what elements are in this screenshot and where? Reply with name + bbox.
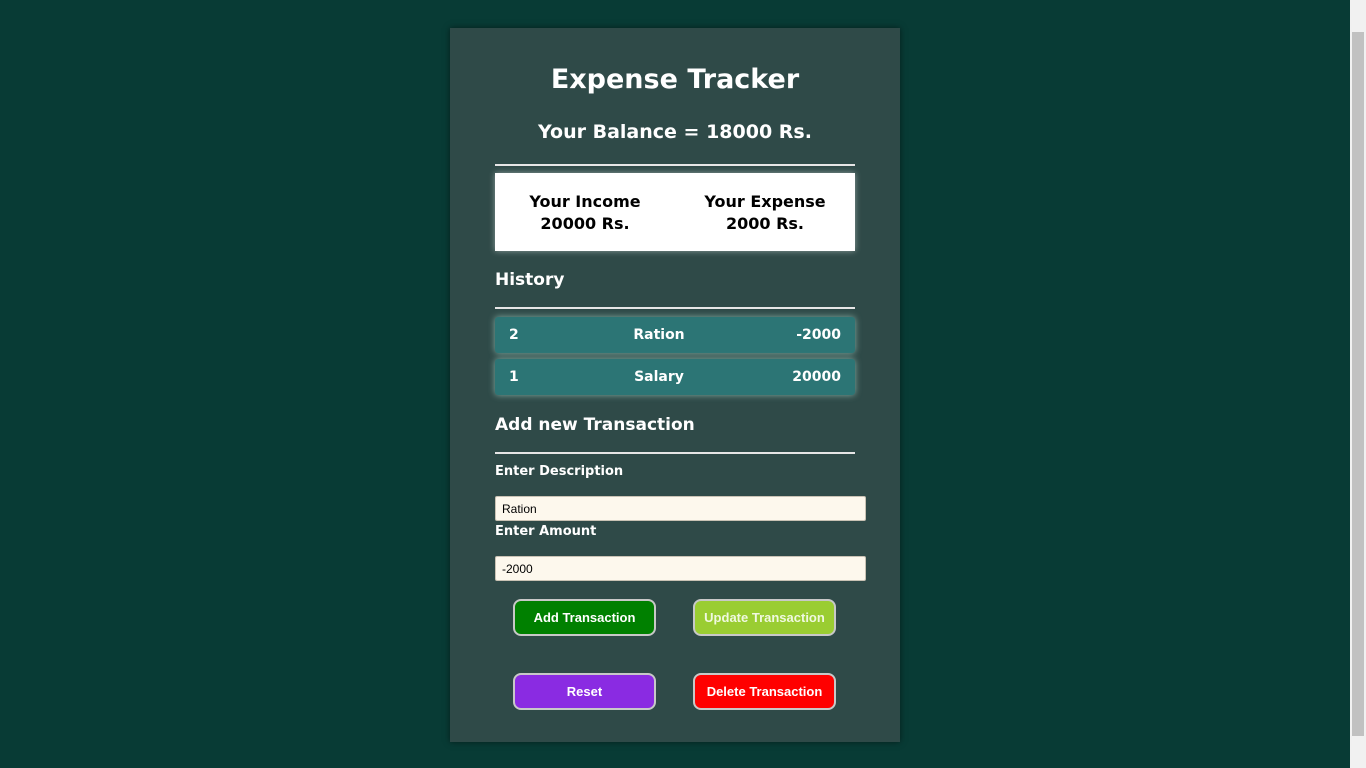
history-item[interactable]: 2 Ration -2000 xyxy=(495,317,855,353)
income-value: 20000 Rs. xyxy=(540,214,630,233)
expense-tracker-card: Expense Tracker Your Balance = 18000 Rs.… xyxy=(450,28,900,742)
delete-transaction-button[interactable]: Delete Transaction xyxy=(693,673,836,710)
description-input[interactable] xyxy=(495,496,866,521)
divider xyxy=(495,452,855,454)
add-transaction-button[interactable]: Add Transaction xyxy=(513,599,656,636)
expense-value: 2000 Rs. xyxy=(725,214,805,233)
scrollbar-thumb[interactable] xyxy=(1352,32,1364,736)
history-item-amount: -2000 xyxy=(796,327,841,343)
history-item[interactable]: 1 Salary 20000 xyxy=(495,359,855,395)
history-item-amount: 20000 xyxy=(792,369,841,385)
history-heading: History xyxy=(495,270,565,290)
update-transaction-button[interactable]: Update Transaction xyxy=(693,599,836,636)
income-summary: Your Income 20000 Rs. xyxy=(495,191,675,235)
expense-summary: Your Expense 2000 Rs. xyxy=(675,191,855,235)
divider xyxy=(495,164,855,166)
income-label: Your Income xyxy=(529,192,641,211)
divider xyxy=(495,307,855,309)
history-item-description: Ration xyxy=(633,327,685,343)
expense-label: Your Expense xyxy=(704,192,826,211)
description-label: Enter Description xyxy=(495,464,624,479)
reset-button[interactable]: Reset xyxy=(513,673,656,710)
amount-input[interactable] xyxy=(495,556,866,581)
history-item-description: Salary xyxy=(634,369,684,385)
vertical-scrollbar[interactable] xyxy=(1350,0,1366,768)
balance-text: Your Balance = 18000 Rs. xyxy=(538,121,812,143)
amount-label: Enter Amount xyxy=(495,524,597,539)
app-title: Expense Tracker xyxy=(550,64,800,95)
income-expense-summary: Your Income 20000 Rs. Your Expense 2000 … xyxy=(495,173,855,251)
add-transaction-heading: Add new Transaction xyxy=(495,415,695,435)
